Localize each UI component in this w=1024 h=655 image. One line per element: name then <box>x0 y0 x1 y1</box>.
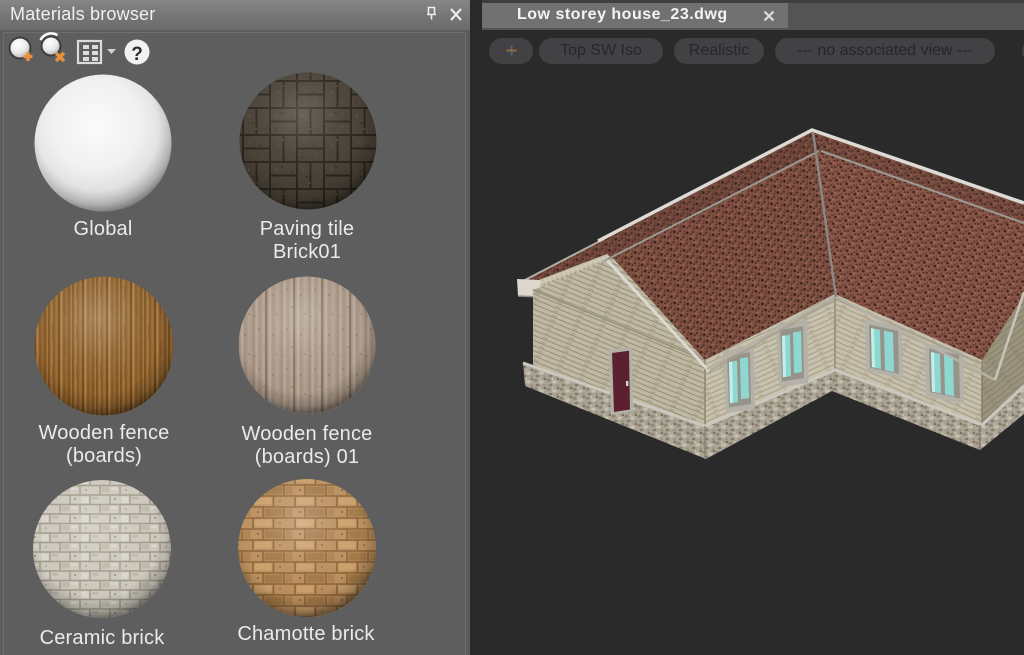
svg-text:Wooden fence: Wooden fence <box>241 423 372 445</box>
svg-text:Brick01: Brick01 <box>273 241 341 263</box>
svg-text:(boards) 01: (boards) 01 <box>255 446 359 468</box>
svg-text:Paving tile: Paving tile <box>260 218 354 240</box>
svg-text:Chamotte brick: Chamotte brick <box>237 623 375 645</box>
svg-text:Wooden fence: Wooden fence <box>38 422 169 444</box>
svg-text:(boards): (boards) <box>66 445 142 467</box>
svg-text:Global: Global <box>73 218 132 240</box>
svg-text:Ceramic brick: Ceramic brick <box>40 627 166 649</box>
